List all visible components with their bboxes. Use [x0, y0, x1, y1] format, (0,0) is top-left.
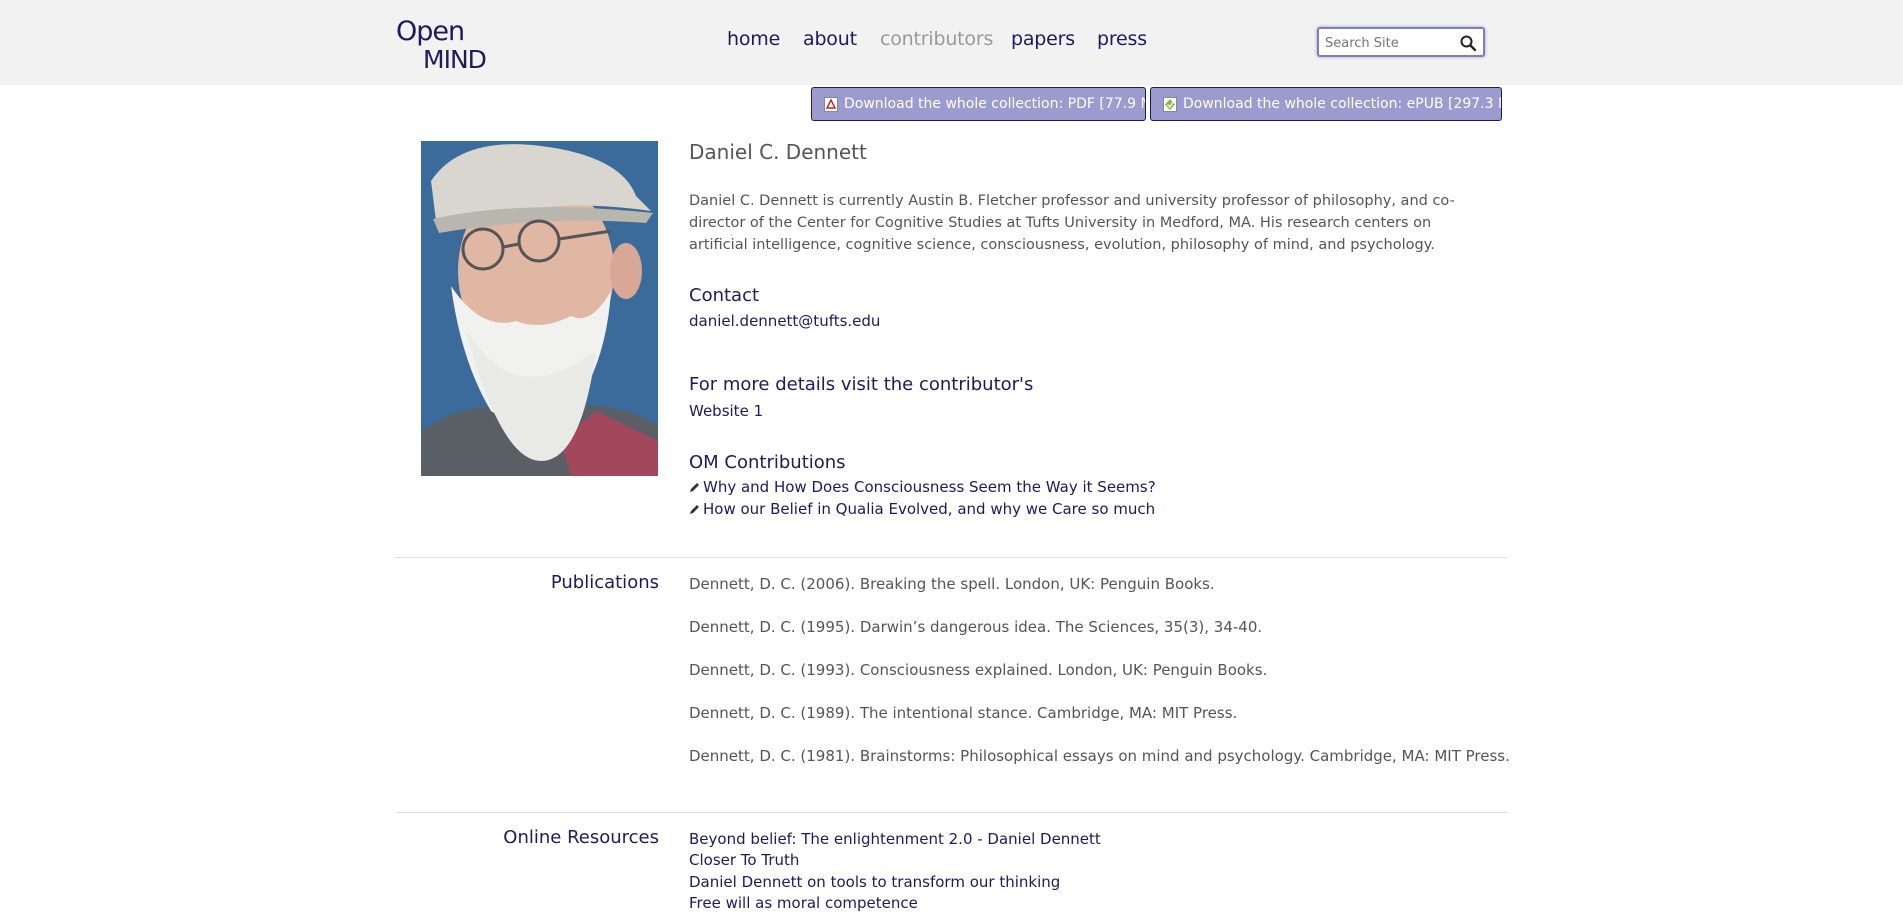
publication-item: Dennett, D. C. (1989). The intentional s…	[689, 704, 1238, 722]
contribution-title: How our Belief in Qualia Evolved, and wh…	[703, 500, 1156, 518]
contributor-name: Daniel C. Dennett	[689, 140, 867, 164]
publication-item: Dennett, D. C. (1995). Darwin’s dangerou…	[689, 618, 1263, 636]
publications-label: Publications	[550, 572, 659, 593]
nav-about[interactable]: about	[803, 28, 857, 50]
pdf-icon	[824, 97, 838, 112]
download-pdf-label: Download the whole collection: PDF [77.9…	[844, 96, 1146, 112]
section-divider	[395, 812, 1507, 813]
pencil-icon	[690, 505, 699, 514]
details-heading: For more details visit the contributor's	[689, 374, 1034, 395]
nav-contributors[interactable]: contributors	[880, 28, 993, 50]
main-nav: home about contributors papers press	[0, 28, 1903, 54]
contributor-bio: Daniel C. Dennett is currently Austin B.…	[689, 193, 1455, 253]
search-icon[interactable]	[1459, 34, 1477, 52]
online-resources-label: Online Resources	[503, 827, 659, 848]
section-divider	[395, 557, 1507, 558]
online-resource-link[interactable]: Closer To Truth	[689, 851, 799, 869]
portrait-image	[421, 141, 658, 476]
download-epub-button[interactable]: Download the whole collection: ePUB [297…	[1150, 87, 1502, 121]
download-pdf-button[interactable]: Download the whole collection: PDF [77.9…	[811, 87, 1146, 121]
online-resource-link[interactable]: Beyond belief: The enlightenment 2.0 - D…	[689, 830, 1101, 848]
contribution-link[interactable]: Why and How Does Consciousness Seem the …	[689, 478, 1156, 496]
contact-email-link[interactable]: daniel.dennett@tufts.edu	[689, 312, 880, 330]
contribution-link[interactable]: How our Belief in Qualia Evolved, and wh…	[689, 500, 1155, 518]
contributor-photo	[421, 141, 658, 476]
pencil-icon	[690, 483, 699, 492]
nav-home[interactable]: home	[727, 28, 780, 50]
search-box	[1317, 27, 1485, 57]
online-resource-link[interactable]: Free will as moral competence	[689, 894, 918, 912]
nav-press[interactable]: press	[1097, 28, 1147, 50]
site-header: Open MIND home about contributors papers…	[0, 0, 1903, 85]
epub-icon	[1163, 97, 1177, 112]
publication-item: Dennett, D. C. (2006). Breaking the spel…	[689, 575, 1215, 593]
nav-papers[interactable]: papers	[1011, 28, 1075, 50]
contributions-heading: OM Contributions	[689, 452, 846, 473]
website-link[interactable]: Website 1	[689, 402, 763, 420]
publication-item: Dennett, D. C. (1981). Brainstorms: Phil…	[689, 747, 1510, 765]
download-epub-label: Download the whole collection: ePUB [297…	[1183, 96, 1502, 112]
publication-item: Dennett, D. C. (1993). Consciousness exp…	[689, 661, 1268, 679]
contact-heading: Contact	[689, 285, 760, 306]
search-input[interactable]	[1325, 33, 1455, 53]
online-resource-link[interactable]: Daniel Dennett on tools to transform our…	[689, 873, 1060, 891]
contribution-title: Why and How Does Consciousness Seem the …	[703, 478, 1156, 496]
